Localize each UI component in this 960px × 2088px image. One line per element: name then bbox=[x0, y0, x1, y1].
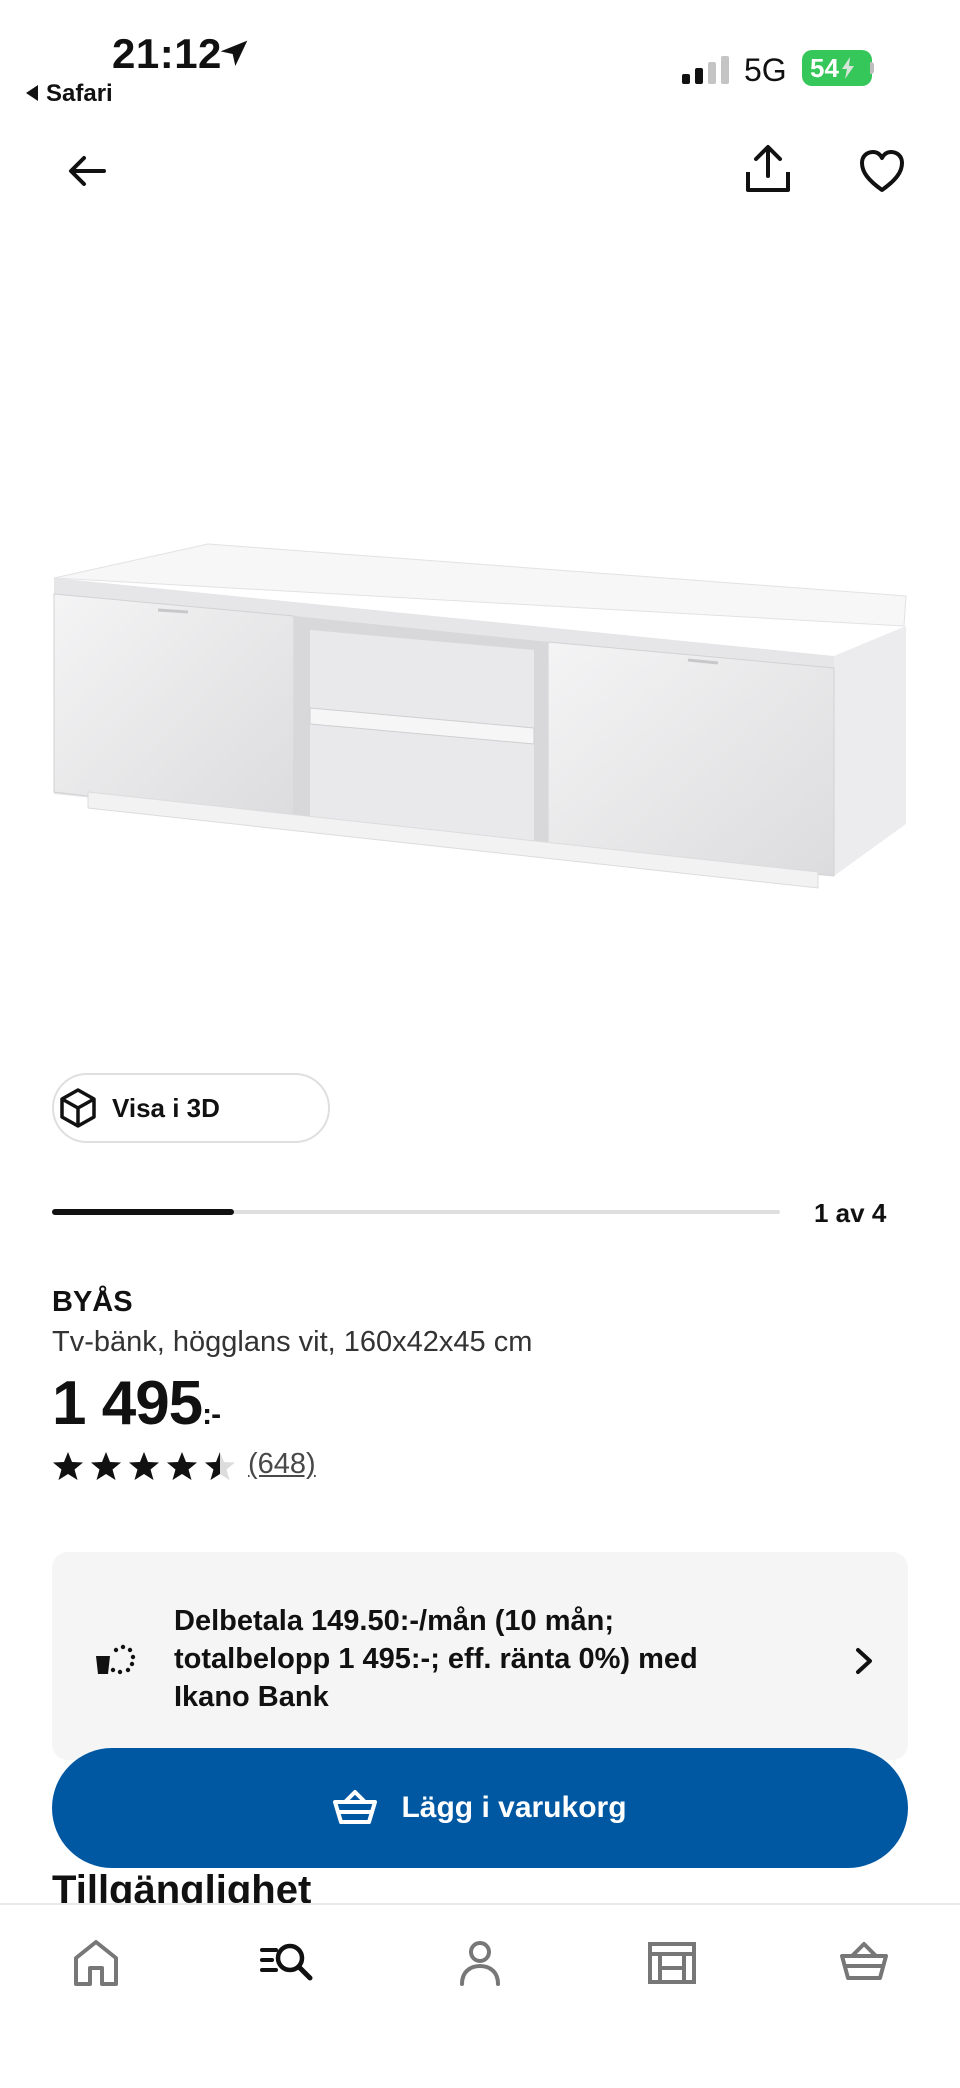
installment-text: Delbetala 149.50:-/mån (10 mån; totalbel… bbox=[174, 1605, 698, 1713]
gallery-position: 1 av 4 bbox=[814, 1198, 887, 1228]
network-type: 5G bbox=[744, 52, 787, 88]
payment-basket-icon bbox=[96, 1644, 136, 1675]
status-time: 21:12 bbox=[112, 30, 222, 77]
store-icon[interactable] bbox=[642, 1932, 702, 1992]
battery-level: 54 bbox=[810, 52, 839, 83]
star-icon bbox=[91, 1452, 121, 1480]
rating-stars bbox=[52, 1450, 236, 1482]
star-icon bbox=[167, 1452, 197, 1480]
gallery-progress-fill bbox=[52, 1209, 234, 1215]
star-icon bbox=[205, 1452, 235, 1480]
review-count-link[interactable]: (648) bbox=[248, 1448, 316, 1481]
price-suffix: :- bbox=[202, 1398, 221, 1431]
battery-cap bbox=[870, 62, 874, 74]
chevron-right-icon bbox=[856, 1648, 872, 1674]
back-triangle-icon bbox=[26, 84, 38, 101]
cart-basket-icon bbox=[333, 1790, 378, 1824]
product-name: BYÅS bbox=[52, 1286, 133, 1318]
favorite-heart-icon[interactable] bbox=[858, 148, 906, 194]
profile-icon[interactable] bbox=[450, 1932, 510, 1992]
back-to-safari[interactable]: Safari bbox=[26, 80, 113, 108]
share-icon[interactable] bbox=[742, 142, 794, 196]
star-icon bbox=[129, 1452, 159, 1480]
availability-heading: Tillgänglighet bbox=[52, 1868, 312, 1904]
add-to-cart-button[interactable]: Lägg i varukorg bbox=[52, 1748, 908, 1868]
battery-indicator: 54 bbox=[802, 50, 872, 86]
bottom-tab-bar bbox=[0, 1903, 960, 2088]
add-to-cart-label: Lägg i varukorg bbox=[401, 1791, 627, 1824]
product-price: 1 495:- bbox=[52, 1368, 221, 1439]
star-icon bbox=[53, 1452, 83, 1480]
back-app-label: Safari bbox=[46, 80, 113, 107]
charging-bolt-icon bbox=[841, 57, 854, 79]
product-description: Tv-bänk, högglans vit, 160x42x45 cm bbox=[52, 1326, 533, 1358]
location-arrow-icon bbox=[220, 40, 248, 66]
cube-3d-icon bbox=[60, 1088, 96, 1128]
product-image[interactable] bbox=[48, 530, 910, 900]
view-3d-label: Visa i 3D bbox=[112, 1092, 220, 1123]
back-arrow-icon[interactable] bbox=[62, 146, 112, 196]
cart-icon[interactable] bbox=[834, 1932, 894, 1992]
price-value: 1 495 bbox=[52, 1369, 203, 1438]
signal-icon bbox=[682, 56, 729, 84]
search-icon[interactable] bbox=[256, 1932, 316, 1992]
home-icon[interactable] bbox=[66, 1932, 126, 1992]
